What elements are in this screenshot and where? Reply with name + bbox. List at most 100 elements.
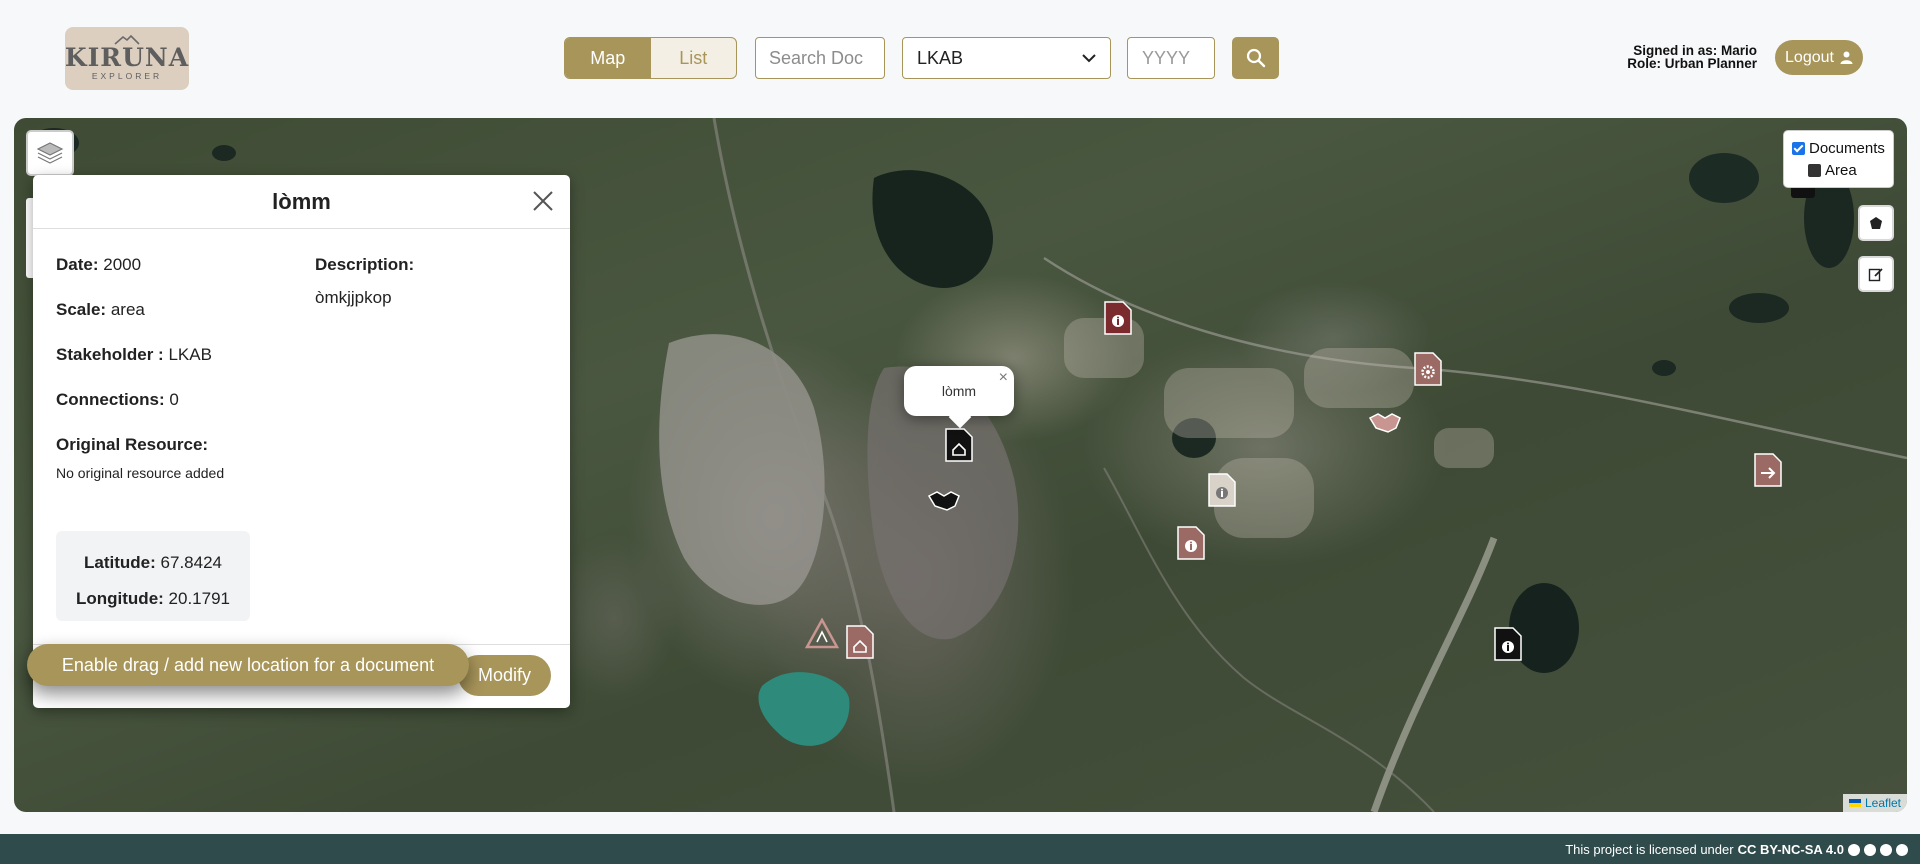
leaflet-link[interactable]: Leaflet [1865,796,1901,810]
search-icon [1246,48,1265,68]
by-icon [1864,843,1876,856]
polygon-icon [1870,217,1882,229]
description-label: Description: [315,255,414,275]
layers-control-button[interactable] [26,130,74,176]
description-label-text: Description: [315,255,415,274]
year-input[interactable] [1127,37,1215,79]
legend-documents-toggle[interactable]: Documents [1792,137,1885,159]
nc-icon [1896,843,1908,856]
stakeholder-selected-value: LKAB [917,47,964,68]
stakeholder-select[interactable]: LKAB [902,37,1111,79]
latitude-label: Latitude: [84,553,156,572]
latitude-value: 67.8424 [160,553,222,572]
role-label: Role: Urban Planner [1627,56,1757,71]
info-document-icon [1208,473,1236,507]
handshake-icon [927,491,960,511]
map-view-button[interactable]: Map [565,38,651,78]
coordinates-box: Latitude: 67.8424 Longitude: 20.1791 [56,531,250,621]
document-marker-info-dark[interactable] [1494,627,1522,661]
logo-subtitle: EXPLORER [91,71,163,81]
area-checkbox[interactable] [1808,163,1821,177]
kiruna-explorer-logo[interactable]: KIRUNA EXPLORER [65,27,189,90]
date-field: Date: 2000 [56,255,141,275]
license-notice: This project is licensed under CC BY-NC-… [1565,842,1908,857]
modify-button[interactable]: Modify [458,655,551,696]
chevron-down-icon [1082,54,1096,63]
cc-icon [1848,843,1860,856]
description-value: òmkjjpkop [315,288,392,307]
logout-label: Logout [1785,48,1834,66]
longitude-label: Longitude: [76,589,164,608]
edit-icon [1868,268,1883,282]
document-marker-home-rose[interactable] [846,625,874,659]
panel-header: lòmm [33,175,570,229]
search-button[interactable] [1232,37,1279,79]
legend-documents-label: Documents [1809,139,1885,157]
map-legend: Documents Area [1783,130,1894,188]
gear-document-icon [1414,352,1442,386]
legend-area-toggle[interactable]: Area [1792,159,1885,181]
date-value: 2000 [103,255,142,274]
home-document-icon [846,625,874,659]
license-link[interactable]: CC BY-NC-SA 4.0 [1738,842,1844,857]
edit-layers-button[interactable] [1858,256,1894,292]
scale-value: area [110,300,145,319]
list-view-button[interactable]: List [651,38,737,78]
logo-title: KIRUNA [64,43,190,72]
user-info: Signed in as: Mario Role: Urban Planner [1620,44,1757,71]
longitude-row: Longitude: 20.1791 [56,581,250,617]
construction-warning-icon [805,618,839,649]
mountain-icon [114,35,140,45]
connections-label: Connections: [56,390,165,409]
longitude-value: 20.1791 [168,589,230,608]
stakeholder-label: Stakeholder : [56,345,164,364]
handshake-marker-dark[interactable] [927,488,961,514]
handshake-icon [1368,413,1401,433]
original-resource-field: Original Resource: [56,435,208,455]
stakeholder-value: LKAB [168,345,212,364]
sa-icon [1880,843,1892,856]
popup-title: lòmm [941,383,977,399]
view-toggle: Map List [564,37,737,79]
home-document-icon [945,428,973,462]
logout-button[interactable]: Logout [1775,40,1863,75]
document-marker-info-rose[interactable] [1177,526,1205,560]
ukraine-flag-icon [1848,799,1861,807]
panel-title: lòmm [272,188,331,214]
search-doc-input[interactable] [755,37,885,79]
document-marker-home-selected[interactable] [945,428,973,462]
legend-area-label: Area [1825,161,1857,179]
scale-label: Scale: [56,300,107,319]
documents-checkbox[interactable] [1792,141,1805,155]
header: KIRUNA EXPLORER Map List LKAB Signed in … [0,0,1920,118]
original-resource-value: No original resource added [56,465,225,481]
arrow-document-icon [1754,453,1782,487]
close-icon[interactable] [530,188,556,214]
draw-polygon-button[interactable] [1858,205,1894,241]
latitude-row: Latitude: 67.8424 [56,545,250,581]
document-detail-panel: lòmm Date: 2000 Scale: area Stakeholder … [33,175,570,708]
popup-close-icon[interactable]: × [999,369,1008,387]
original-resource-label: Original Resource: [56,435,209,454]
enable-drag-button[interactable]: Enable drag / add new location for a doc… [27,644,469,686]
document-marker-arrow[interactable] [1754,453,1782,487]
footer: This project is licensed under CC BY-NC-… [0,834,1920,864]
info-document-icon [1177,526,1205,560]
layers-icon [36,142,64,164]
date-label: Date: [56,255,99,274]
stakeholder-field: Stakeholder : LKAB [56,345,212,365]
construction-marker[interactable] [805,618,839,650]
connections-field: Connections: 0 [56,390,179,410]
document-marker-info-red[interactable] [1104,301,1132,335]
license-prefix: This project is licensed under [1565,842,1734,857]
map-attribution: Leaflet [1842,794,1907,812]
info-document-icon [1104,301,1132,335]
connections-value: 0 [169,390,179,409]
user-icon [1840,51,1853,64]
info-document-icon [1494,627,1522,661]
document-marker-gear[interactable] [1414,352,1442,386]
scale-field: Scale: area [56,300,145,320]
marker-popup: lòmm × [904,366,1014,429]
handshake-marker-rose[interactable] [1368,410,1402,436]
document-marker-info-light[interactable] [1208,473,1236,507]
